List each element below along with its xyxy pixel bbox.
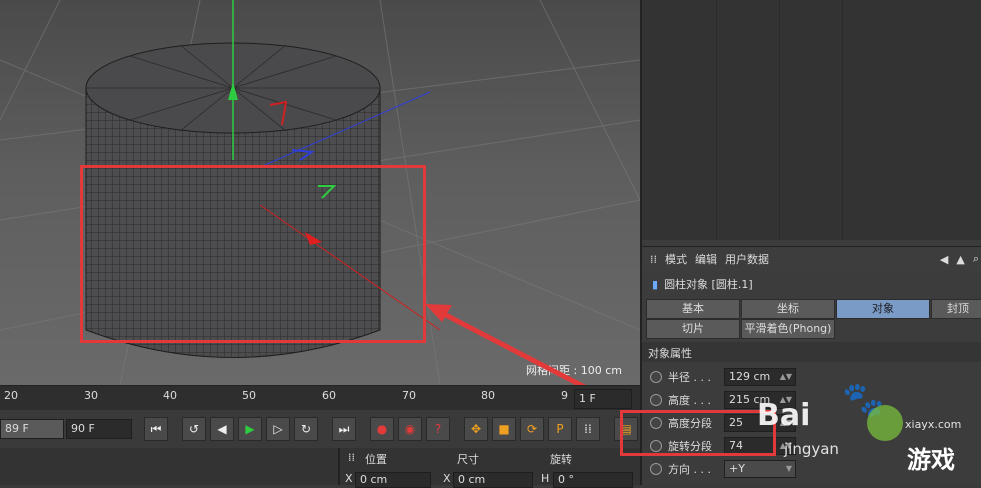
prop-height: 高度 . . . 215 cm ▲▼ (650, 390, 980, 410)
play-icon: ▶ (245, 422, 255, 436)
tick-label: 70 (402, 389, 416, 402)
chevron-down-icon: ▼ (785, 464, 792, 473)
rotate-icon: ⟳ (526, 422, 538, 436)
rotate-key-button[interactable]: ⟳ (520, 417, 544, 441)
timeline-ruler[interactable]: 20 30 40 50 60 70 80 9 1 F (0, 385, 640, 411)
tab-caps[interactable]: 封顶 (931, 299, 981, 319)
prop-radius: 半径 . . . 129 cm ▲▼ (650, 367, 980, 387)
skip-forward-icon: ⏭ (338, 421, 350, 436)
highlight-box-segments (620, 410, 776, 456)
prop-label: 方向 . . . (668, 463, 711, 476)
param-key-button[interactable]: P (548, 417, 572, 441)
field-value: 129 cm (729, 370, 771, 383)
game-watermark: 游戏 (907, 446, 955, 474)
current-frame-field[interactable]: 1 F (574, 389, 632, 409)
goto-end-button[interactable]: ⏭ (332, 417, 356, 441)
position-header: 位置 (365, 453, 387, 466)
prop-label: 高度 . . . (668, 394, 711, 407)
jingyan-watermark: jingyan (784, 440, 839, 458)
tick-label: 20 (4, 389, 18, 402)
tab-slice[interactable]: 切片 (646, 319, 740, 339)
scale-key-button[interactable]: ■ (492, 417, 516, 441)
tick-label: 9 (561, 389, 568, 402)
object-title: 圆柱对象 [圆柱.1] (664, 278, 753, 291)
grid-dots-icon: ⁞⁞ (584, 422, 592, 436)
prev-key-button[interactable]: ↺ (182, 417, 206, 441)
position-x-field[interactable]: 0 cm (355, 472, 431, 488)
size-x-field[interactable]: 0 cm (453, 472, 533, 488)
record-button[interactable]: ● (370, 417, 394, 441)
search-icon[interactable]: ⌕ (973, 252, 979, 266)
field-value: +Y (729, 462, 745, 475)
game-logo-icon (867, 405, 903, 441)
move-key-button[interactable]: ✥ (464, 417, 488, 441)
annotation-arrow (425, 304, 587, 385)
end-frame-field[interactable]: 90 F (66, 419, 132, 439)
start-frame-field[interactable]: 89 F (0, 419, 64, 439)
menu-user-data[interactable]: 用户数据 (725, 251, 769, 267)
next-key-icon: ↻ (300, 422, 312, 436)
record-icon: ● (376, 422, 388, 436)
keyframe-help-button[interactable]: ? (426, 417, 450, 441)
pla-key-button[interactable]: ⁞⁞ (576, 417, 600, 441)
up-arrow-icon[interactable]: ▲ (956, 253, 964, 266)
rotation-header: 旋转 (550, 453, 572, 466)
cylinder-icon: ▮ (652, 277, 659, 291)
tick-label: 40 (163, 389, 177, 402)
baidu-watermark: Bai (757, 398, 811, 433)
3d-viewport[interactable]: 网格间距 : 100 cm (0, 0, 640, 385)
tick-label: 60 (322, 389, 336, 402)
tab-basic[interactable]: 基本 (646, 299, 740, 319)
autokey-button[interactable]: ◉ (398, 417, 422, 441)
section-title: 对象属性 (648, 347, 692, 360)
object-title-row: ▮ 圆柱对象 [圆柱.1] (642, 274, 981, 294)
coord-header-dots: ⁞⁞ (348, 451, 355, 464)
prev-frame-icon: ◀ (217, 422, 227, 436)
radius-field[interactable]: 129 cm ▲▼ (724, 368, 796, 386)
right-panel: ⁞⁞ 模式 编辑 用户数据 ◀ ▲ ⌕ ▮ 圆柱对象 [圆柱.1] 基本 坐标 … (620, 0, 981, 485)
prev-key-icon: ↺ (188, 422, 200, 436)
menu-grip-icon: ⁞⁞ (650, 252, 657, 266)
section-bar (642, 342, 981, 362)
axis-label: X (345, 472, 353, 485)
next-frame-icon: ▷ (273, 422, 283, 436)
size-header: 尺寸 (457, 453, 479, 466)
orientation-select[interactable]: +Y ▼ (724, 460, 796, 478)
autokey-icon: ◉ (404, 422, 416, 436)
attributes-menubar: ⁞⁞ 模式 编辑 用户数据 ◀ ▲ ⌕ (642, 246, 981, 271)
object-manager[interactable] (642, 0, 981, 240)
tab-phong[interactable]: 平滑着色(Phong) (741, 319, 835, 339)
stepper-icon[interactable]: ▲▼ (780, 369, 792, 385)
menu-edit[interactable]: 编辑 (695, 251, 717, 267)
site-watermark: xiayx.com (905, 418, 962, 431)
play-button[interactable]: ▶ (238, 417, 262, 441)
skip-back-icon: ⏮ (150, 421, 162, 436)
next-frame-button[interactable]: ▷ (266, 417, 290, 441)
next-key-button[interactable]: ↻ (294, 417, 318, 441)
scale-icon: ■ (498, 422, 510, 436)
question-icon: ? (434, 422, 442, 436)
back-arrow-icon[interactable]: ◀ (940, 253, 948, 266)
prev-frame-button[interactable]: ◀ (210, 417, 234, 441)
menu-mode[interactable]: 模式 (665, 251, 687, 267)
axis-label: X (443, 472, 451, 485)
tab-coord[interactable]: 坐标 (741, 299, 835, 319)
rotation-h-field[interactable]: 0 ° (553, 472, 633, 488)
anim-radio[interactable] (650, 371, 662, 383)
tick-label: 50 (242, 389, 256, 402)
prop-label: 半径 . . . (668, 371, 711, 384)
tick-label: 30 (84, 389, 98, 402)
tab-object[interactable]: 对象 (836, 299, 930, 319)
move-icon: ✥ (470, 422, 482, 436)
axis-label: H (541, 472, 550, 485)
anim-radio[interactable] (650, 463, 662, 475)
anim-radio[interactable] (650, 394, 662, 406)
transport-bar: 89 F 90 F ⏮ ↺ ◀ ▶ ▷ ↻ ⏭ ● ◉ ? ✥ ■ ⟳ P ⁞⁞… (0, 410, 640, 448)
coordinates-panel: ⁞⁞ 位置 尺寸 旋转 X 0 cm X 0 cm H 0 ° (0, 448, 640, 488)
p-icon: P (556, 422, 564, 436)
goto-start-button[interactable]: ⏮ (144, 417, 168, 441)
tick-label: 80 (481, 389, 495, 402)
